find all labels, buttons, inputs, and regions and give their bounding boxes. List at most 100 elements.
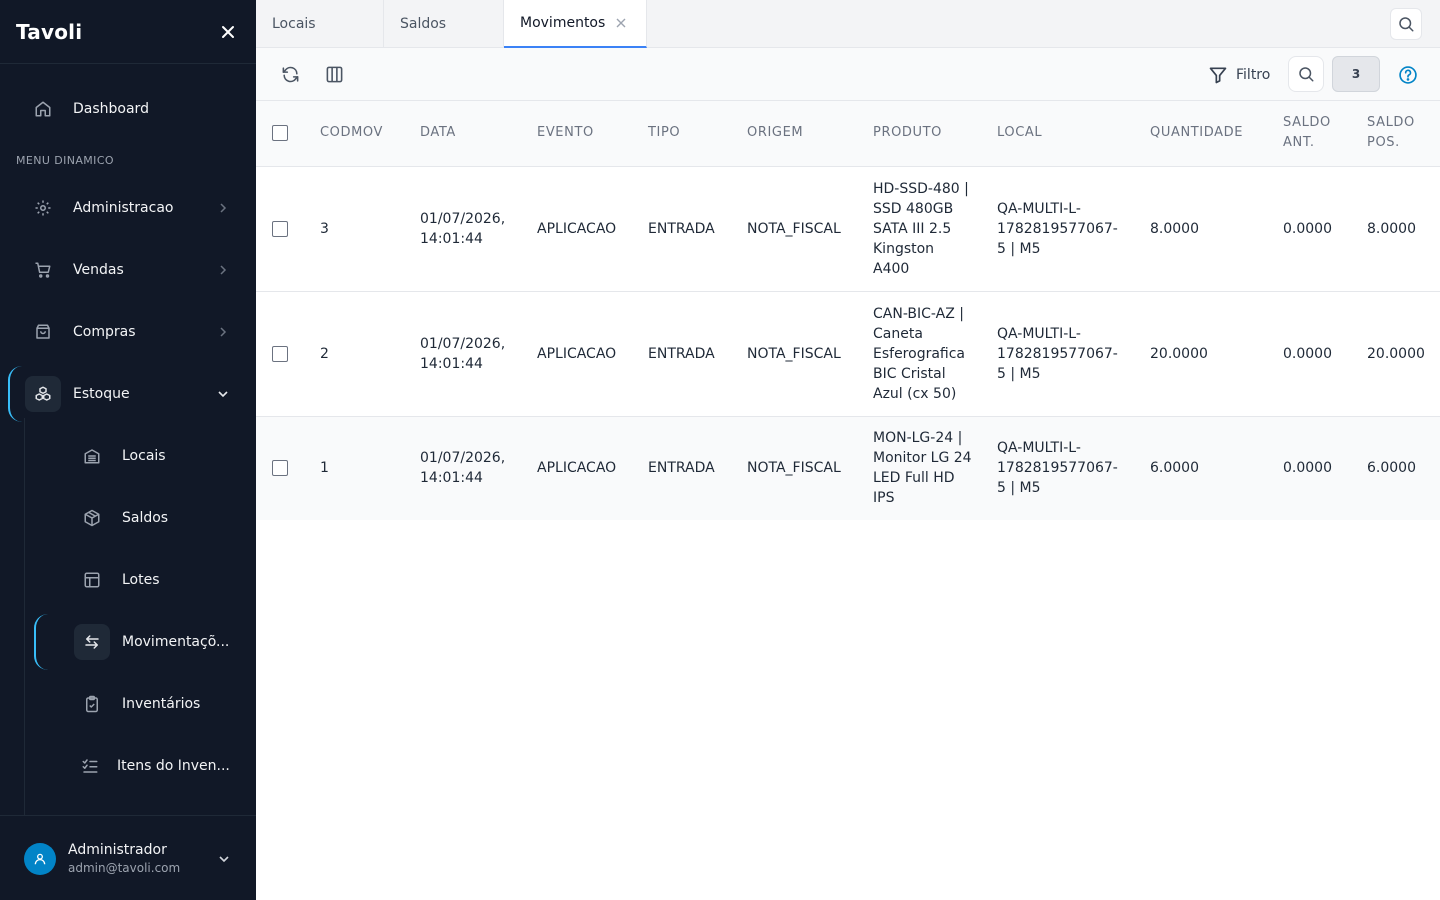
sidebar-item-label: Administracao [73, 200, 174, 216]
sidebar-subitem-itens-inventario[interactable]: Itens do Inven... [0, 742, 256, 790]
sidebar-item-dashboard[interactable]: Dashboard [0, 85, 256, 133]
gear-icon [28, 193, 58, 223]
column-header-local[interactable]: LOCAL [981, 101, 1134, 166]
package-icon [77, 503, 107, 533]
sidebar-item-label: Dashboard [73, 101, 149, 117]
filter-button[interactable]: Filtro [1208, 61, 1270, 89]
column-header-data[interactable]: DATA [404, 101, 521, 166]
toolbar: Filtro 3 [256, 48, 1440, 101]
help-circle-icon[interactable] [1394, 61, 1422, 89]
section-title: MENU DINAMICO [16, 154, 114, 167]
data-table: CODMOV DATA EVENTO TIPO ORIGEM PRODUTO L… [256, 101, 1440, 520]
home-icon [28, 94, 58, 124]
columns-icon[interactable] [319, 59, 349, 89]
tab-label: Movimentos [520, 15, 606, 31]
sidebar-item-label: Estoque [73, 386, 130, 402]
arrows-left-right-icon [74, 624, 110, 660]
column-header-saldo-pos[interactable]: SALDO POS. [1351, 101, 1440, 166]
row-checkbox[interactable] [272, 460, 288, 477]
cell-data: 01/07/2026, 14:01:44 [420, 450, 506, 487]
close-icon[interactable] [615, 17, 627, 29]
column-header-saldo-ant[interactable]: SALDO ANT. [1267, 101, 1351, 166]
table-row[interactable]: 3 01/07/2026, 14:01:44 APLICACAO ENTRADA… [256, 166, 1440, 291]
cell-saldo-ant: 0.0000 [1283, 220, 1332, 237]
sidebar-subitem-locais[interactable]: Locais [0, 432, 256, 480]
cell-produto: CAN-BIC-AZ | Caneta Esferografica BIC Cr… [873, 305, 966, 402]
chevron-right-icon [216, 263, 230, 277]
row-select-cell [256, 166, 304, 291]
cell-codmov: 1 [320, 460, 329, 477]
select-all-checkbox[interactable] [272, 124, 288, 141]
cell-evento: APLICACAO [537, 460, 617, 477]
cell-produto: HD-SSD-480 | SSD 480GB SATA III 2.5 King… [873, 180, 969, 277]
sidebar-item-estoque[interactable]: Estoque [0, 370, 256, 418]
row-checkbox[interactable] [272, 345, 288, 362]
sidebar-header: Tavoli [0, 0, 256, 64]
column-header-evento[interactable]: EVENTO [521, 101, 632, 166]
column-header-codmov[interactable]: CODMOV [304, 101, 404, 166]
column-header-produto[interactable]: PRODUTO [857, 101, 981, 166]
column-header-quantidade[interactable]: QUANTIDADE [1134, 101, 1267, 166]
cell-saldo-pos: 8.0000 [1367, 220, 1416, 237]
cell-saldo-pos: 20.0000 [1367, 345, 1425, 362]
cell-quantidade: 8.0000 [1150, 220, 1199, 237]
cell-origem: NOTA_FISCAL [747, 460, 841, 477]
chevron-right-icon [216, 325, 230, 339]
sidebar-item-vendas[interactable]: Vendas [0, 246, 256, 294]
select-all-cell [256, 101, 304, 166]
sidebar-item-compras[interactable]: Compras [0, 308, 256, 356]
cell-local: QA-MULTI-L-1782819577067-5 | M5 [997, 440, 1118, 497]
cell-evento: APLICACAO [537, 220, 617, 237]
sidebar-subitem-saldos[interactable]: Saldos [0, 494, 256, 542]
sidebar: Tavoli Dashboard MENU DINAMICO Administr… [0, 0, 256, 900]
cart-icon [28, 255, 58, 285]
tab-saldos[interactable]: Saldos [384, 0, 504, 48]
column-header-tipo[interactable]: TIPO [632, 101, 731, 166]
row-checkbox[interactable] [272, 220, 288, 237]
user-name: Administrador [68, 842, 167, 858]
cell-origem: NOTA_FISCAL [747, 345, 841, 362]
cell-codmov: 2 [320, 345, 329, 362]
cell-quantidade: 6.0000 [1150, 460, 1199, 477]
table-row[interactable]: 1 01/07/2026, 14:01:44 APLICACAO ENTRADA… [256, 416, 1440, 520]
sidebar-subitem-movimentacoes[interactable]: Movimentaçõ... [0, 618, 256, 666]
sidebar-subitem-inventarios[interactable]: Inventários [0, 680, 256, 728]
column-header-origem[interactable]: ORIGEM [731, 101, 857, 166]
close-icon[interactable] [216, 20, 240, 44]
layout-icon [77, 565, 107, 595]
filter-label: Filtro [1236, 67, 1271, 83]
chevron-right-icon [216, 201, 230, 215]
tab-movimentos[interactable]: Movimentos [504, 0, 647, 48]
search-icon [1297, 65, 1315, 83]
cell-tipo: ENTRADA [648, 460, 715, 477]
sidebar-item-label: Compras [73, 324, 136, 340]
refresh-icon[interactable] [275, 59, 305, 89]
chevron-down-icon[interactable] [216, 851, 232, 867]
sidebar-item-label: Lotes [122, 572, 160, 588]
avatar [24, 843, 56, 875]
sidebar-item-label: Saldos [122, 510, 169, 526]
cell-origem: NOTA_FISCAL [747, 220, 841, 237]
cell-tipo: ENTRADA [648, 345, 715, 362]
sidebar-subitem-lotes[interactable]: Lotes [0, 556, 256, 604]
cell-data: 01/07/2026, 14:01:44 [420, 335, 506, 372]
cell-produto: MON-LG-24 | Monitor LG 24 LED Full HD IP… [873, 430, 972, 507]
record-count-badge[interactable]: 3 [1332, 56, 1380, 92]
search-button[interactable] [1288, 56, 1324, 92]
shopping-bag-icon [28, 317, 58, 347]
cell-quantidade: 20.0000 [1150, 345, 1208, 362]
tab-locais[interactable]: Locais [256, 0, 384, 48]
tab-label: Saldos [400, 16, 447, 32]
user-profile[interactable]: Administrador admin@tavoli.com [0, 815, 256, 900]
tabs-bar: Locais Saldos Movimentos [256, 0, 1440, 48]
table-header-row: CODMOV DATA EVENTO TIPO ORIGEM PRODUTO L… [256, 101, 1440, 166]
chevron-down-icon [216, 387, 230, 401]
search-icon[interactable] [1390, 8, 1422, 40]
cell-saldo-ant: 0.0000 [1283, 460, 1332, 477]
sidebar-item-administracao[interactable]: Administracao [0, 184, 256, 232]
filter-icon [1208, 65, 1228, 85]
cell-codmov: 3 [320, 220, 329, 237]
clipboard-check-icon [77, 689, 107, 719]
cell-evento: APLICACAO [537, 345, 617, 362]
table-row[interactable]: 2 01/07/2026, 14:01:44 APLICACAO ENTRADA… [256, 291, 1440, 416]
